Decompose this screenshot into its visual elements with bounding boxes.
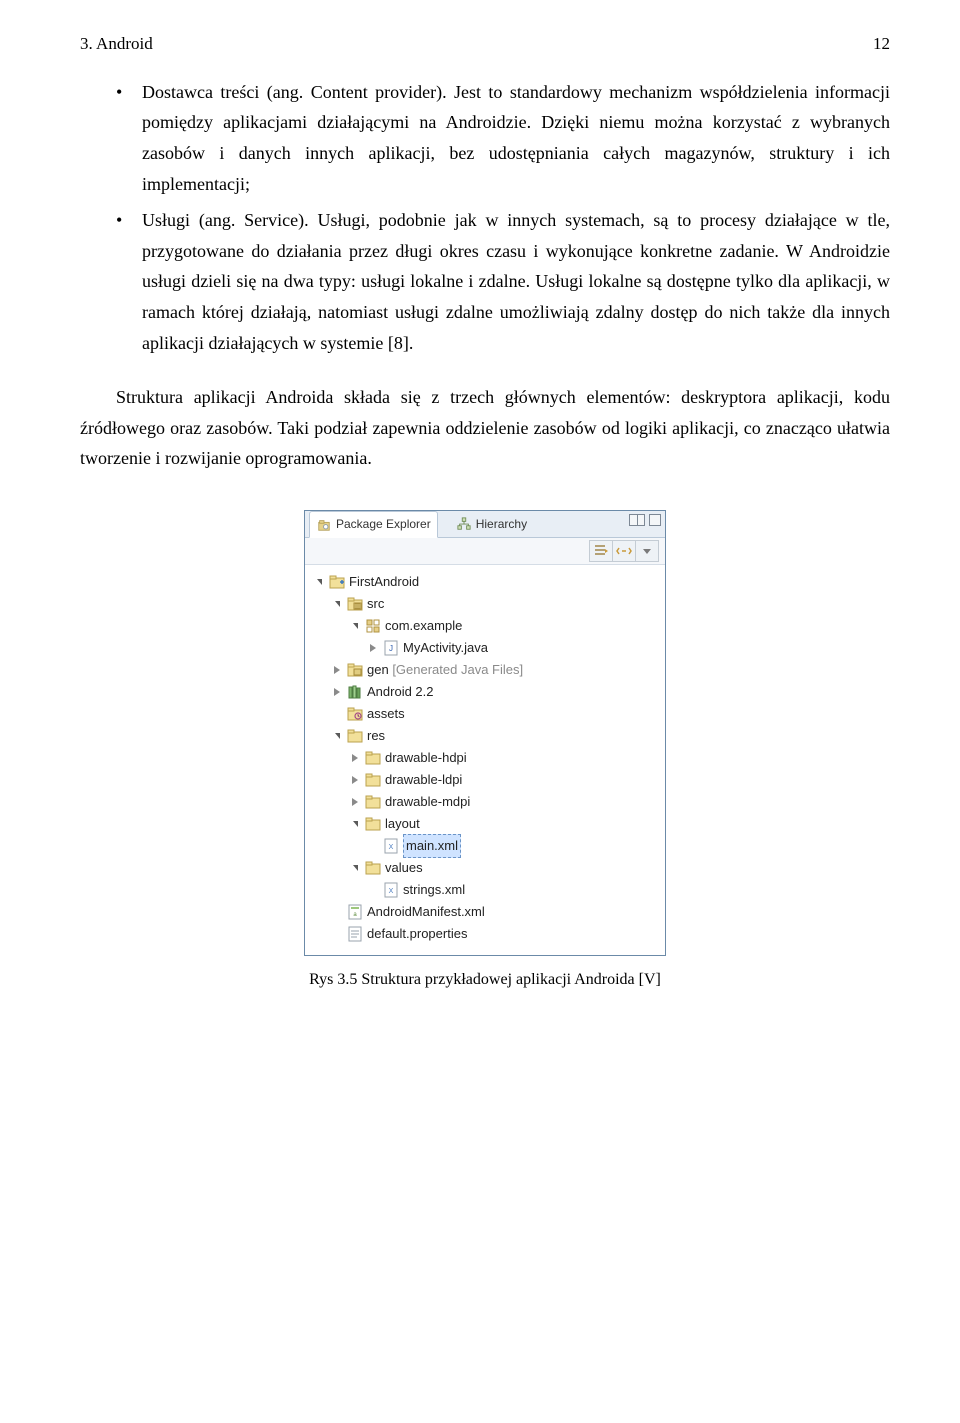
folder-icon bbox=[365, 772, 381, 788]
tree-project[interactable]: FirstAndroid bbox=[309, 571, 661, 593]
collapse-all-button[interactable] bbox=[589, 540, 613, 562]
tree-label: FirstAndroid bbox=[349, 571, 419, 593]
figure-caption: Rys 3.5 Struktura przykładowej aplikacji… bbox=[309, 966, 661, 993]
source-folder-icon bbox=[347, 596, 363, 612]
folder-icon bbox=[365, 816, 381, 832]
package-explorer-panel: Package Explorer Hierarchy bbox=[304, 510, 666, 956]
chevron-down-icon bbox=[317, 579, 322, 585]
page-header: 3. Android 12 bbox=[80, 30, 890, 59]
chevron-down-icon bbox=[335, 601, 340, 607]
tree-label: src bbox=[367, 593, 384, 615]
tree-label: com.example bbox=[385, 615, 462, 637]
library-icon bbox=[347, 684, 363, 700]
properties-file-icon bbox=[347, 926, 363, 942]
tree-label: AndroidManifest.xml bbox=[367, 901, 485, 923]
chevron-down-icon bbox=[335, 733, 340, 739]
tree-default-properties[interactable]: default.properties bbox=[309, 923, 661, 945]
folder-icon bbox=[347, 706, 363, 722]
tree-label: drawable-ldpi bbox=[385, 769, 462, 791]
tree-label-selected: main.xml bbox=[403, 834, 461, 858]
panel-tabs: Package Explorer Hierarchy bbox=[305, 511, 665, 538]
folder-icon bbox=[365, 860, 381, 876]
manifest-icon: a bbox=[347, 904, 363, 920]
tree-label: layout bbox=[385, 813, 420, 835]
tree-android-lib[interactable]: Android 2.2 bbox=[309, 681, 661, 703]
svg-text:X: X bbox=[389, 888, 394, 895]
tree-assets[interactable]: assets bbox=[309, 703, 661, 725]
folder-icon bbox=[365, 794, 381, 810]
body-paragraph: Struktura aplikacji Androida składa się … bbox=[80, 382, 890, 474]
java-file-icon: J bbox=[383, 640, 399, 656]
tree-label: drawable-mdpi bbox=[385, 791, 470, 813]
tree-drawable-mdpi[interactable]: drawable-mdpi bbox=[309, 791, 661, 813]
tree-main-xml[interactable]: X main.xml bbox=[309, 835, 661, 857]
tree-drawable-ldpi[interactable]: drawable-ldpi bbox=[309, 769, 661, 791]
section-title: 3. Android bbox=[80, 30, 153, 59]
package-explorer-icon bbox=[316, 517, 332, 533]
tab-package-explorer[interactable]: Package Explorer bbox=[309, 511, 438, 537]
panel-minmax-controls bbox=[629, 514, 661, 526]
tree-label: assets bbox=[367, 703, 405, 725]
folder-icon bbox=[365, 750, 381, 766]
chevron-down-icon bbox=[353, 865, 358, 871]
tree-layout[interactable]: layout bbox=[309, 813, 661, 835]
chevron-down-icon bbox=[353, 821, 358, 827]
bullet-item: Usługi (ang. Service). Usługi, podobnie … bbox=[116, 205, 890, 358]
page: 3. Android 12 Dostawca treści (ang. Cont… bbox=[0, 0, 960, 1423]
tree-label: drawable-hdpi bbox=[385, 747, 467, 769]
chevron-right-icon bbox=[352, 776, 358, 784]
tab-label: Hierarchy bbox=[476, 514, 527, 534]
svg-text:X: X bbox=[389, 844, 394, 851]
tree-label: gen [Generated Java Files] bbox=[367, 659, 523, 681]
tree-strings-xml[interactable]: X strings.xml bbox=[309, 879, 661, 901]
minimize-icon[interactable] bbox=[629, 514, 645, 526]
maximize-icon[interactable] bbox=[649, 514, 661, 526]
chevron-right-icon bbox=[370, 644, 376, 652]
chevron-right-icon bbox=[334, 688, 340, 696]
svg-text:J: J bbox=[389, 644, 393, 653]
tree-label: MyActivity.java bbox=[403, 637, 488, 659]
tree-java-file[interactable]: J MyActivity.java bbox=[309, 637, 661, 659]
tree-src[interactable]: src bbox=[309, 593, 661, 615]
panel-toolbar bbox=[305, 538, 665, 565]
tree-gen[interactable]: gen [Generated Java Files] bbox=[309, 659, 661, 681]
chevron-right-icon bbox=[352, 754, 358, 762]
tree-label: values bbox=[385, 857, 423, 879]
chevron-right-icon bbox=[334, 666, 340, 674]
tree-drawable-hdpi[interactable]: drawable-hdpi bbox=[309, 747, 661, 769]
figure: Package Explorer Hierarchy bbox=[80, 510, 890, 993]
project-icon bbox=[329, 574, 345, 590]
project-tree: FirstAndroid src com.example bbox=[305, 565, 665, 955]
tree-label: strings.xml bbox=[403, 879, 465, 901]
tab-label: Package Explorer bbox=[336, 514, 431, 534]
page-number: 12 bbox=[873, 30, 890, 59]
tree-res[interactable]: res bbox=[309, 725, 661, 747]
tree-manifest[interactable]: a AndroidManifest.xml bbox=[309, 901, 661, 923]
bullet-list: Dostawca treści (ang. Content provider).… bbox=[80, 77, 890, 358]
link-with-editor-button[interactable] bbox=[613, 540, 636, 562]
tree-package[interactable]: com.example bbox=[309, 615, 661, 637]
xml-file-icon: X bbox=[383, 838, 399, 854]
tree-values[interactable]: values bbox=[309, 857, 661, 879]
tree-label: default.properties bbox=[367, 923, 467, 945]
folder-icon bbox=[347, 728, 363, 744]
view-menu-button[interactable] bbox=[636, 540, 659, 562]
chevron-down-icon bbox=[353, 623, 358, 629]
tree-label: res bbox=[367, 725, 385, 747]
hierarchy-icon bbox=[456, 516, 472, 532]
bullet-item: Dostawca treści (ang. Content provider).… bbox=[116, 77, 890, 199]
package-icon bbox=[365, 618, 381, 634]
chevron-right-icon bbox=[352, 798, 358, 806]
tab-hierarchy[interactable]: Hierarchy bbox=[450, 512, 533, 536]
source-folder-icon bbox=[347, 662, 363, 678]
tree-label: Android 2.2 bbox=[367, 681, 434, 703]
xml-file-icon: X bbox=[383, 882, 399, 898]
